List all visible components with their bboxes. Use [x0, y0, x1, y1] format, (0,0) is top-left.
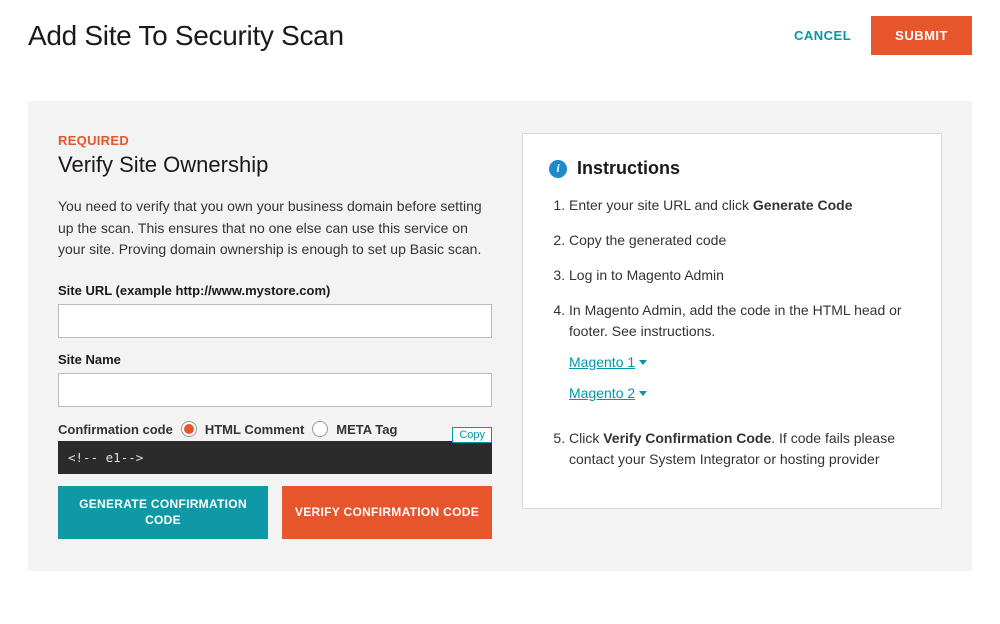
section-title: Verify Site Ownership	[58, 152, 492, 178]
site-url-label: Site URL (example http://www.mystore.com…	[58, 283, 492, 298]
confirmation-code-box: <!-- e1-->	[58, 441, 492, 474]
confirmation-code-label: Confirmation code	[58, 422, 173, 437]
instruction-step-3: Log in to Magento Admin	[569, 265, 915, 286]
radio-html-comment[interactable]	[181, 421, 197, 437]
generate-code-button[interactable]: GENERATE CONFIRMATION CODE	[58, 486, 268, 539]
page-header: Add Site To Security Scan CANCEL SUBMIT	[0, 0, 1000, 79]
section-description: You need to verify that you own your bus…	[58, 196, 492, 261]
instruction-step-1: Enter your site URL and click Generate C…	[569, 195, 915, 216]
instruction-step-2: Copy the generated code	[569, 230, 915, 251]
instruction-step-4: In Magento Admin, add the code in the HT…	[569, 300, 915, 414]
page-title: Add Site To Security Scan	[28, 20, 344, 52]
header-actions: CANCEL SUBMIT	[788, 16, 972, 55]
magento-1-link[interactable]: Magento 1	[569, 352, 647, 373]
chevron-down-icon	[639, 391, 647, 396]
content-panel: REQUIRED Verify Site Ownership You need …	[28, 101, 972, 571]
site-url-input[interactable]	[58, 304, 492, 338]
confirmation-code-radio-row: Confirmation code HTML Comment META Tag	[58, 421, 492, 437]
site-name-input[interactable]	[58, 373, 492, 407]
info-icon: i	[549, 160, 567, 178]
instructions-box: i Instructions Enter your site URL and c…	[522, 133, 942, 509]
instruction-step-5: Click Verify Confirmation Code. If code …	[569, 428, 915, 470]
copy-button[interactable]: Copy	[452, 427, 492, 443]
required-label: REQUIRED	[58, 133, 492, 148]
site-name-label: Site Name	[58, 352, 492, 367]
instructions-list: Enter your site URL and click Generate C…	[549, 195, 915, 470]
radio-meta-tag[interactable]	[312, 421, 328, 437]
chevron-down-icon	[639, 360, 647, 365]
magento-2-link[interactable]: Magento 2	[569, 383, 647, 404]
instructions-column: i Instructions Enter your site URL and c…	[522, 133, 942, 539]
instructions-title: Instructions	[577, 158, 680, 179]
instructions-header: i Instructions	[549, 158, 915, 179]
action-button-row: GENERATE CONFIRMATION CODE VERIFY CONFIR…	[58, 486, 492, 539]
code-wrap: Copy <!-- e1-->	[58, 441, 492, 474]
cancel-button[interactable]: CANCEL	[788, 18, 857, 53]
form-column: REQUIRED Verify Site Ownership You need …	[58, 133, 492, 539]
submit-button[interactable]: SUBMIT	[871, 16, 972, 55]
instruction-sub-links: Magento 1 Magento 2	[569, 352, 915, 414]
radio-html-comment-label: HTML Comment	[205, 422, 304, 437]
radio-meta-tag-label: META Tag	[336, 422, 397, 437]
verify-code-button[interactable]: VERIFY CONFIRMATION CODE	[282, 486, 492, 539]
